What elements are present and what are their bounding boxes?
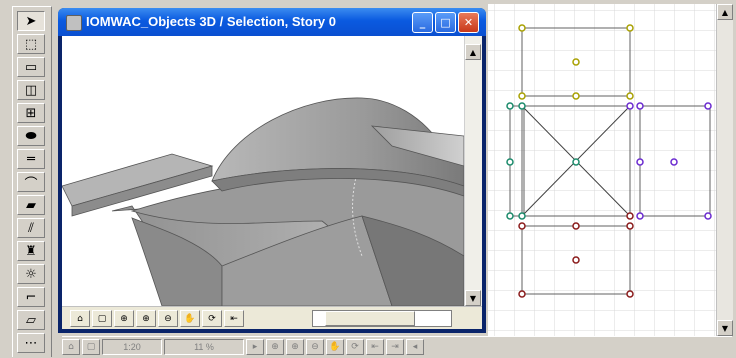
- 3d-model-render[interactable]: [62, 36, 464, 306]
- zoom-in-icon[interactable]: ⊕: [286, 339, 304, 355]
- hotspot[interactable]: [572, 158, 580, 166]
- 3d-zoom-menu-icon[interactable]: ⊕: [114, 310, 134, 327]
- hotspot[interactable]: [626, 290, 634, 298]
- hotspot[interactable]: [506, 158, 514, 166]
- hotspot[interactable]: [626, 24, 634, 32]
- hotspot[interactable]: [572, 92, 580, 100]
- hotspot[interactable]: [636, 158, 644, 166]
- zoom-menu-icon[interactable]: ⊕: [266, 339, 284, 355]
- hotspot[interactable]: [572, 58, 580, 66]
- archicad-app: ➤ ⬚ ▭ ◫ ⊞ ⬬ ═ ⌒ ▰ ⫽ ♜ ☼ ⌐ ▱ ⋯ ▲ ▼ ⌂ ▢ 1:…: [0, 0, 736, 358]
- floor-plan-canvas[interactable]: [488, 4, 716, 336]
- plan-status-bar: ⌂ ▢ 1:20 11 % ▸ ⊕ ⊕ ⊖ ✋ ⟳ ⇤ ⇥ ◂: [62, 336, 732, 357]
- 3d-navigation-bar: ⌂ ▢ ⊕ ⊕ ⊖ ✋ ⟳ ⇤: [62, 306, 482, 329]
- next-zoom-icon[interactable]: ⇥: [386, 339, 404, 355]
- plan-vertical-scrollbar[interactable]: ▲ ▼: [716, 4, 733, 336]
- object-tool-icon[interactable]: ⬬: [17, 126, 45, 146]
- close-button[interactable]: ✕: [458, 12, 479, 33]
- toolbox: ➤ ⬚ ▭ ◫ ⊞ ⬬ ═ ⌒ ▰ ⫽ ♜ ☼ ⌐ ▱ ⋯: [12, 6, 52, 357]
- zoom-field[interactable]: 11 %: [164, 339, 244, 355]
- 3d-vertical-scrollbar[interactable]: ▲ ▼: [464, 36, 482, 306]
- zoom-out-icon[interactable]: ⊖: [306, 339, 324, 355]
- hotspot[interactable]: [626, 102, 634, 110]
- 3d-home-view-icon[interactable]: ⌂: [70, 310, 90, 327]
- 3d-viewport[interactable]: [62, 36, 464, 306]
- orbit-icon[interactable]: ⟳: [346, 339, 364, 355]
- home-view-icon[interactable]: ⌂: [62, 339, 80, 355]
- fit-view-icon[interactable]: ▢: [82, 339, 100, 355]
- next-view-icon[interactable]: ▸: [246, 339, 264, 355]
- 3d-window[interactable]: IOMWAC_Objects 3D / Selection, Story 0 _…: [58, 8, 486, 333]
- hotspot[interactable]: [518, 222, 526, 230]
- beam-tool-icon[interactable]: ═: [17, 149, 45, 169]
- hotspot[interactable]: [636, 102, 644, 110]
- scroll-down-icon[interactable]: ▼: [717, 320, 733, 336]
- hotspot[interactable]: [518, 92, 526, 100]
- hotspot[interactable]: [626, 92, 634, 100]
- 3d-scroll-down-icon[interactable]: ▼: [465, 290, 481, 306]
- hotspot[interactable]: [704, 102, 712, 110]
- 3d-fit-window-icon[interactable]: ▢: [92, 310, 112, 327]
- door-tool-icon[interactable]: ◫: [17, 80, 45, 100]
- hotspot[interactable]: [518, 24, 526, 32]
- scale-field[interactable]: 1:20: [102, 339, 162, 355]
- marquee-tool-icon[interactable]: ⬚: [17, 34, 45, 54]
- hotspot[interactable]: [506, 212, 514, 220]
- pan-icon[interactable]: ✋: [326, 339, 344, 355]
- 3d-scroll-thumb[interactable]: [325, 311, 415, 326]
- window-tool-icon[interactable]: ⊞: [17, 103, 45, 123]
- slab-tool-icon[interactable]: ▰: [17, 195, 45, 215]
- zone-tool-icon[interactable]: ▱: [17, 310, 45, 330]
- 3d-pan-icon[interactable]: ✋: [180, 310, 200, 327]
- hotspot[interactable]: [518, 212, 526, 220]
- wall-tool-icon[interactable]: ▭: [17, 57, 45, 77]
- 3d-scroll-up-icon[interactable]: ▲: [465, 44, 481, 60]
- 3d-previous-zoom-icon[interactable]: ⇤: [224, 310, 244, 327]
- dimension-tool-icon[interactable]: ⋯: [17, 333, 45, 353]
- hotspot[interactable]: [636, 212, 644, 220]
- hotspot[interactable]: [572, 256, 580, 264]
- floor-plan-view[interactable]: [488, 4, 716, 336]
- 3d-horizontal-scrollbar[interactable]: [312, 310, 452, 327]
- 3d-window-title: IOMWAC_Objects 3D / Selection, Story 0: [86, 14, 336, 29]
- hotspot[interactable]: [704, 212, 712, 220]
- roof-tool-icon[interactable]: ⌒: [17, 172, 45, 192]
- hotspot[interactable]: [572, 222, 580, 230]
- maximize-button[interactable]: □: [435, 12, 456, 33]
- arrow-tool-icon[interactable]: ➤: [17, 11, 45, 31]
- scroll-up-icon[interactable]: ▲: [717, 4, 733, 20]
- mesh-tool-icon[interactable]: ⫽: [17, 218, 45, 238]
- hotspot[interactable]: [670, 158, 678, 166]
- hotspot[interactable]: [518, 290, 526, 298]
- scroll-left-icon[interactable]: ◂: [406, 339, 424, 355]
- 3d-zoom-out-icon[interactable]: ⊖: [158, 310, 178, 327]
- 3d-window-titlebar[interactable]: IOMWAC_Objects 3D / Selection, Story 0 _…: [58, 8, 486, 36]
- minimize-button[interactable]: _: [412, 12, 433, 33]
- hotspot[interactable]: [626, 212, 634, 220]
- 3d-orbit-icon[interactable]: ⟳: [202, 310, 222, 327]
- hotspot[interactable]: [626, 222, 634, 230]
- 3d-zoom-in-icon[interactable]: ⊕: [136, 310, 156, 327]
- 3d-window-icon: [66, 15, 82, 31]
- chair-tool-icon[interactable]: ♜: [17, 241, 45, 261]
- stair-tool-icon[interactable]: ⌐: [17, 287, 45, 307]
- hotspot[interactable]: [518, 102, 526, 110]
- hotspot[interactable]: [506, 102, 514, 110]
- lamp-tool-icon[interactable]: ☼: [17, 264, 45, 284]
- 3d-window-client: ▲ ▼ ⌂ ▢ ⊕ ⊕ ⊖ ✋ ⟳ ⇤: [62, 36, 482, 329]
- previous-zoom-icon[interactable]: ⇤: [366, 339, 384, 355]
